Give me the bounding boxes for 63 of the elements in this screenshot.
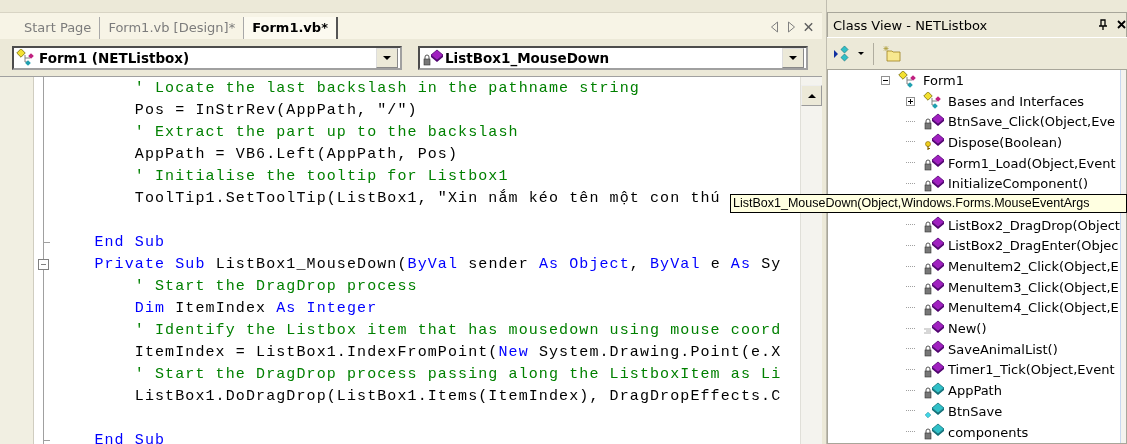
lock-field-icon: [923, 381, 945, 400]
tree-item[interactable]: Bases and Interfaces: [945, 93, 1085, 109]
lock-method-icon: [923, 112, 945, 131]
tree-item[interactable]: ListBox2_DragEnter(Objec: [945, 238, 1119, 254]
lock-method-icon: [923, 236, 945, 255]
lock-method-icon: [923, 298, 945, 317]
code-line: ' Initialise the tooltip for Listbox1: [134, 167, 509, 185]
member-dropdown[interactable]: ListBox1_MouseDown: [418, 45, 808, 70]
scroll-up-icon[interactable]: [806, 92, 817, 99]
lock-method-icon: [923, 154, 945, 173]
code-line: AppPath = VB6.Left(AppPath, Pos): [134, 145, 459, 163]
pin-icon[interactable]: [1098, 19, 1108, 31]
tree-item[interactable]: MenuItem3_Click(Object,E: [945, 279, 1119, 295]
tree-item[interactable]: MenuItem4_Click(Object,E: [945, 300, 1119, 316]
close-icon[interactable]: [1116, 19, 1126, 31]
code-line: ' Identify the Listbox item that has mousedown using mouse coord: [134, 321, 782, 339]
code-line: ToolTip1.SetToolTip(ListBox1, "Xin nắm kéo tên một con thú: [134, 189, 721, 207]
tree-item[interactable]: SaveAnimalList(): [945, 341, 1058, 357]
code-line: ' Locate the last backslash in the pathname string: [134, 79, 640, 97]
code-line: End Sub: [94, 233, 166, 251]
tree-item[interactable]: MenuItem2_Click(Object,E: [945, 259, 1119, 275]
expand-icon[interactable]: [906, 96, 915, 106]
tree-item[interactable]: BtnSave_Click(Object,Eve: [945, 114, 1116, 130]
key-method-icon: [923, 133, 945, 152]
lock-method-icon: [923, 174, 945, 193]
code-line: ' Start the DragDrop process passing along the ListboxItem as Li: [134, 365, 782, 383]
code-line: End Sub: [94, 431, 166, 444]
code-line: Pos = InStrRev(AppPath, "/"): [134, 101, 418, 119]
class-dropdown[interactable]: Form1 (NETListbox): [12, 45, 402, 70]
document-tab[interactable]: Form1.vb*: [244, 17, 338, 39]
lock-method-icon: [923, 216, 945, 235]
panel-title: Class View - NETListbox: [833, 17, 989, 33]
tree-item[interactable]: components: [945, 424, 1029, 440]
lock-method-icon: [923, 278, 945, 297]
lock-method-icon: [422, 48, 444, 67]
scroll-left-icon[interactable]: [769, 21, 780, 33]
scroll-right-icon[interactable]: [786, 21, 797, 33]
code-line: ListBox1.DoDragDrop(ListBox1.Items(ItemIndex), DragDropEffects.C: [134, 387, 782, 405]
caret-icon: [382, 54, 392, 61]
lock-method-icon: [923, 360, 945, 379]
lock-method-icon: [923, 340, 945, 359]
code-line: Dim ItemIndex As Integer: [134, 299, 378, 317]
collapse-icon[interactable]: [881, 75, 890, 85]
field-icon: [923, 402, 945, 421]
tree-item[interactable]: Timer1_Tick(Object,Event: [945, 362, 1115, 378]
tree-item[interactable]: BtnSave: [945, 403, 1003, 419]
tree-item[interactable]: ListBox2_DragDrop(Object: [945, 217, 1120, 233]
code-line: ' Start the DragDrop process: [134, 277, 418, 295]
tree-item[interactable]: AppPath: [945, 383, 1002, 399]
tooltip: ListBox1_MouseDown(Object,Windows.Forms.MouseEventArgs: [730, 194, 1127, 213]
lock-field-icon: [923, 423, 945, 442]
tree-item[interactable]: Dispose(Boolean): [945, 134, 1063, 150]
caret-icon: [788, 54, 798, 61]
lock-method-icon: [923, 257, 945, 276]
tree-item[interactable]: Form1_Load(Object,Event: [945, 155, 1116, 171]
tree-item[interactable]: Form1: [920, 72, 965, 88]
scrollbar[interactable]: [1119, 70, 1126, 443]
code-line: Private Sub ListBox1_MouseDown(ByVal sender As Object, ByVal e As Sy: [94, 255, 782, 273]
tree-item[interactable]: New(): [945, 321, 987, 337]
tree-item[interactable]: InitializeComponent(): [945, 176, 1089, 192]
code-line: ' Extract the part up to the backslash: [134, 123, 519, 141]
caret-icon[interactable]: [857, 51, 865, 56]
code-line: ItemIndex = ListBox1.IndexFromPoint(New System.Drawing.Point(e.X: [134, 343, 782, 361]
